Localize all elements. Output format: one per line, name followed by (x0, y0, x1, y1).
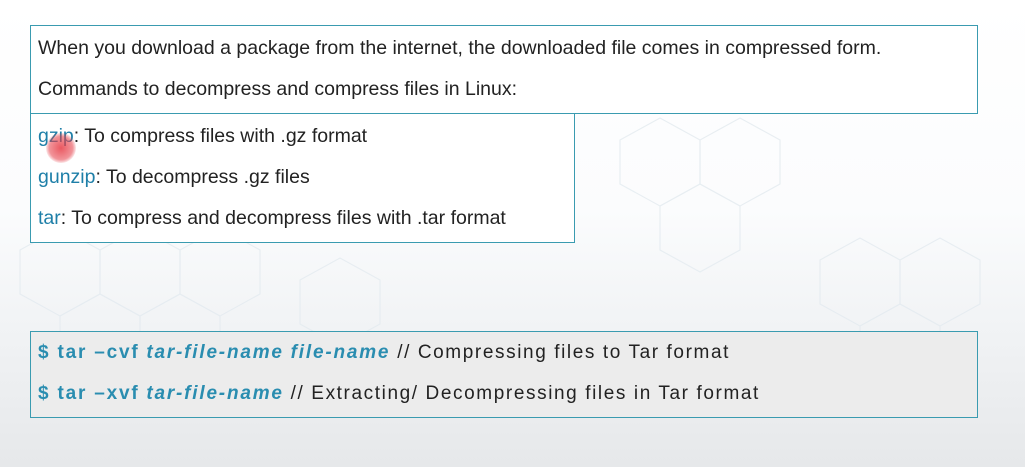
command-item-gunzip: gunzip: To decompress .gz files (38, 167, 574, 188)
command-name-gzip: gzip (38, 125, 74, 147)
command-desc-gzip: : To compress files with .gz format (73, 125, 368, 147)
command-name-tar: tar (38, 207, 61, 229)
tar-syntax-box: $ tar –cvf tar-file-name file-name // Co… (30, 331, 978, 418)
tar-extract-arg-archive: tar-file-name (146, 383, 284, 404)
tar-compress-command: $ tar –cvf (38, 342, 140, 363)
tar-extract-comment: // Extracting/ Decompressing files in Ta… (290, 383, 760, 404)
tar-compress-syntax: $ tar –cvf tar-file-name file-name // Co… (38, 342, 977, 363)
command-item-tar: tar: To compress and decompress files wi… (38, 208, 574, 229)
tar-compress-comment: // Compressing files to Tar format (397, 342, 731, 363)
command-desc-gunzip: : To decompress .gz files (95, 166, 310, 188)
command-desc-tar: : To compress and decompress files with … (60, 207, 506, 229)
tar-compress-arg-file: file-name (290, 342, 391, 363)
intro-line-download: When you download a package from the int… (38, 37, 882, 59)
command-item-gzip: gzip: To compress files with .gz format (38, 126, 574, 147)
tar-extract-syntax: $ tar –xvf tar-file-name // Extracting/ … (38, 383, 977, 404)
tar-compress-arg-archive: tar-file-name (146, 342, 284, 363)
intro-line-commands: Commands to decompress and compress file… (38, 78, 518, 100)
commands-list-box: gzip: To compress files with .gz format … (30, 113, 575, 243)
intro-text-box: When you download a package from the int… (30, 25, 978, 114)
tar-extract-command: $ tar –xvf (38, 383, 140, 404)
command-name-gunzip: gunzip (38, 166, 96, 188)
